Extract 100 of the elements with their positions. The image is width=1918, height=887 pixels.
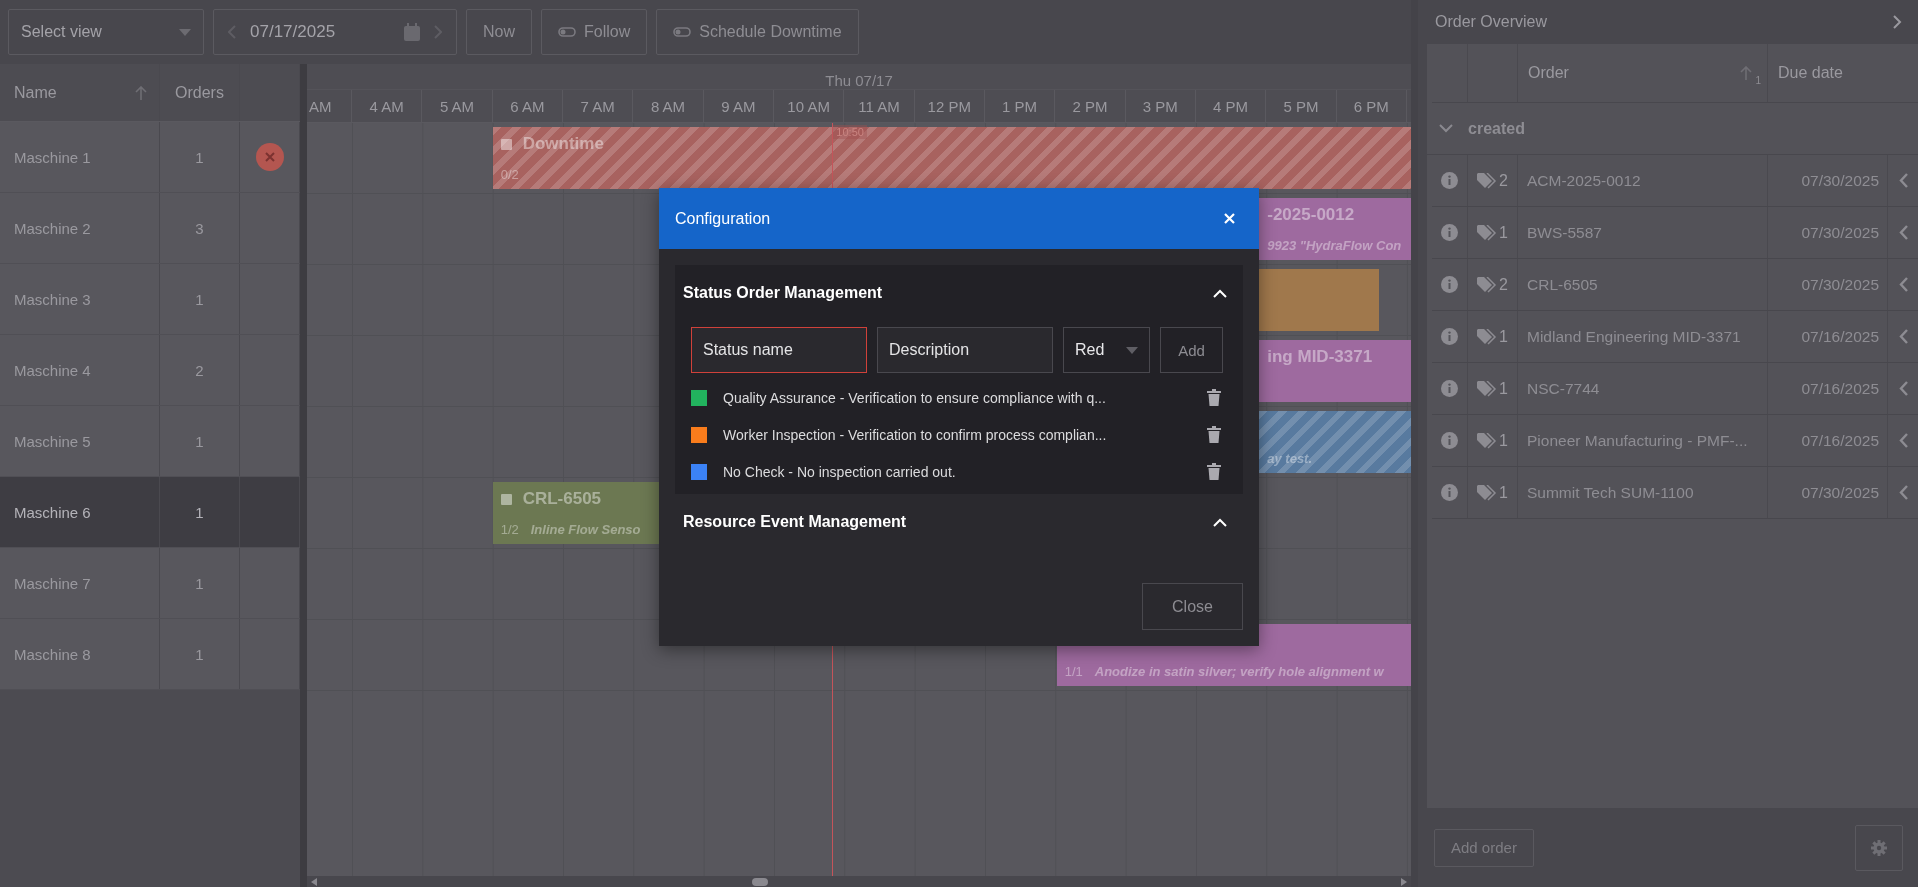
hour-label: 2 PM [1072, 97, 1108, 115]
bar-description: Inline Flow Senso [530, 522, 641, 537]
tag-icon [1477, 328, 1498, 345]
schedule-bar[interactable]: -2025-0012 9923 "HydraFlow Con [1259, 198, 1411, 260]
column-header[interactable]: Name [0, 64, 160, 121]
chevron-left-icon[interactable] [1898, 433, 1908, 448]
column-header[interactable]: Due date [1768, 64, 1843, 82]
info-icon[interactable] [1441, 172, 1458, 189]
order-count: 1 [195, 503, 204, 521]
resource-name: Maschine 2 [14, 219, 91, 237]
section-title: Status Order Management [683, 284, 883, 302]
scrollbar[interactable] [307, 876, 1411, 887]
chevron-left-icon[interactable] [1898, 277, 1908, 292]
resource-name: Maschine 1 [14, 148, 91, 166]
hour-label: 6 PM [1353, 97, 1389, 115]
chevron-left-icon[interactable] [1898, 225, 1908, 240]
info-icon[interactable] [1441, 328, 1458, 345]
table-cell: ACM-2025-0012 [1518, 155, 1768, 206]
bar-description: ay test. [1267, 451, 1313, 466]
schedule-bar[interactable]: ing MID-3371 [1259, 340, 1411, 402]
order-count: 3 [195, 219, 204, 237]
column-header[interactable]: Orders [160, 64, 240, 121]
tag-count: 1 [1499, 483, 1508, 502]
resource-row[interactable]: Maschine 6 1 [0, 477, 300, 548]
color-select[interactable]: Red [1063, 327, 1150, 373]
tag-icon [1477, 432, 1498, 449]
section-header[interactable]: Resource Event Management [675, 494, 1243, 550]
chevron-left-icon[interactable] [1898, 485, 1908, 500]
order-count: 1 [195, 148, 204, 166]
resource-row[interactable]: Maschine 7 1 [0, 548, 300, 619]
chevron-up-icon [1213, 517, 1227, 527]
resource-row[interactable]: Maschine 2 3 [0, 193, 300, 264]
section-header[interactable]: Status Order Management [675, 265, 1243, 321]
calendar-icon[interactable] [404, 23, 420, 41]
status-label: No Check - No inspection carried out. [723, 463, 957, 480]
schedule-bar[interactable]: ay test. [1259, 411, 1411, 473]
now-button[interactable]: Now [466, 9, 532, 55]
info-icon[interactable] [1441, 380, 1458, 397]
trash-icon[interactable] [1207, 426, 1221, 443]
toggle-button[interactable]: Schedule Downtime [656, 9, 859, 55]
chevron-left-icon[interactable] [1898, 173, 1908, 188]
date-field[interactable]: 07/17/2025 [213, 9, 457, 55]
info-icon[interactable] [1441, 432, 1458, 449]
info-icon[interactable] [1441, 484, 1458, 501]
table-cell: Summit Tech SUM-1100 [1518, 467, 1768, 518]
hour-label: 10 AM [787, 97, 830, 115]
chevron-left-icon[interactable] [1898, 329, 1908, 344]
order-count: 1 [195, 290, 204, 308]
remove-icon[interactable] [255, 143, 284, 171]
close-icon[interactable] [1224, 213, 1235, 224]
schedule-bar[interactable] [1259, 269, 1379, 331]
resource-row[interactable]: Maschine 4 2 [0, 335, 300, 406]
trash-icon[interactable] [1207, 389, 1221, 406]
hour-label: 11 AM [858, 97, 900, 115]
bar-progress: 1/2 [500, 522, 519, 537]
caret-icon [1126, 346, 1138, 354]
schedule-bar[interactable]: CRL-6505 1/2 Inline Flow Senso [492, 482, 660, 544]
table-cell: Pioneer Manufacturing - PMF-... [1518, 415, 1768, 466]
tag-icon [1477, 172, 1498, 189]
status-name-field[interactable]: Status name [691, 327, 867, 373]
square-icon [500, 493, 512, 505]
add-button[interactable]: Add [1160, 327, 1223, 373]
chevron-up-icon [1213, 288, 1227, 298]
scroll-thumb[interactable] [752, 877, 768, 886]
settings-button[interactable] [1855, 824, 1903, 871]
view-select[interactable]: Select view [8, 9, 204, 55]
group-row[interactable]: created [1427, 103, 1918, 155]
info-icon[interactable] [1441, 224, 1458, 241]
column-header[interactable]: Order [1518, 64, 1569, 82]
resource-row[interactable]: Maschine 3 1 [0, 264, 300, 335]
tag-count: 1 [1499, 431, 1508, 450]
resource-row[interactable]: Maschine 1 1 [0, 122, 300, 193]
resource-name: Maschine 7 [14, 574, 91, 592]
table-cell: 07/30/2025 [1768, 259, 1888, 310]
scroll-right-icon[interactable] [1401, 877, 1407, 886]
hour-label: 9 AM [721, 97, 756, 115]
description-field[interactable]: Description [877, 327, 1053, 373]
bar-title: -2025-0012 [1267, 205, 1355, 225]
bar-title: ing MID-3371 [1267, 347, 1373, 367]
hour-label: 12 PM [927, 97, 971, 115]
tag-count: 1 [1499, 223, 1508, 242]
chevron-left-icon[interactable] [1898, 381, 1908, 396]
close-button[interactable]: Close [1142, 583, 1243, 630]
info-icon[interactable] [1441, 276, 1458, 293]
status-label: Quality Assurance - Verification to ensure compliance with q... [723, 389, 1107, 406]
scroll-left-icon[interactable] [311, 877, 317, 886]
sort-up-icon [135, 85, 147, 100]
day-label: Thu 07/17 [825, 72, 893, 89]
trash-icon[interactable] [1207, 463, 1221, 480]
bar-title: CRL-6505 [522, 489, 602, 509]
chevron-right-icon[interactable] [1893, 15, 1902, 29]
resource-row[interactable]: Maschine 5 1 [0, 406, 300, 477]
panel-title: Order Overview [1435, 13, 1548, 31]
bar-progress: 0/2 [500, 167, 519, 182]
toggle-button[interactable]: Follow [541, 9, 648, 55]
hour-label: 7 AM [580, 97, 615, 115]
resource-row[interactable]: Maschine 8 1 [0, 619, 300, 690]
chevron-down-icon [1439, 124, 1453, 133]
table-cell: NSC-7744 [1518, 363, 1768, 414]
hour-label: 1 PM [1002, 97, 1038, 115]
